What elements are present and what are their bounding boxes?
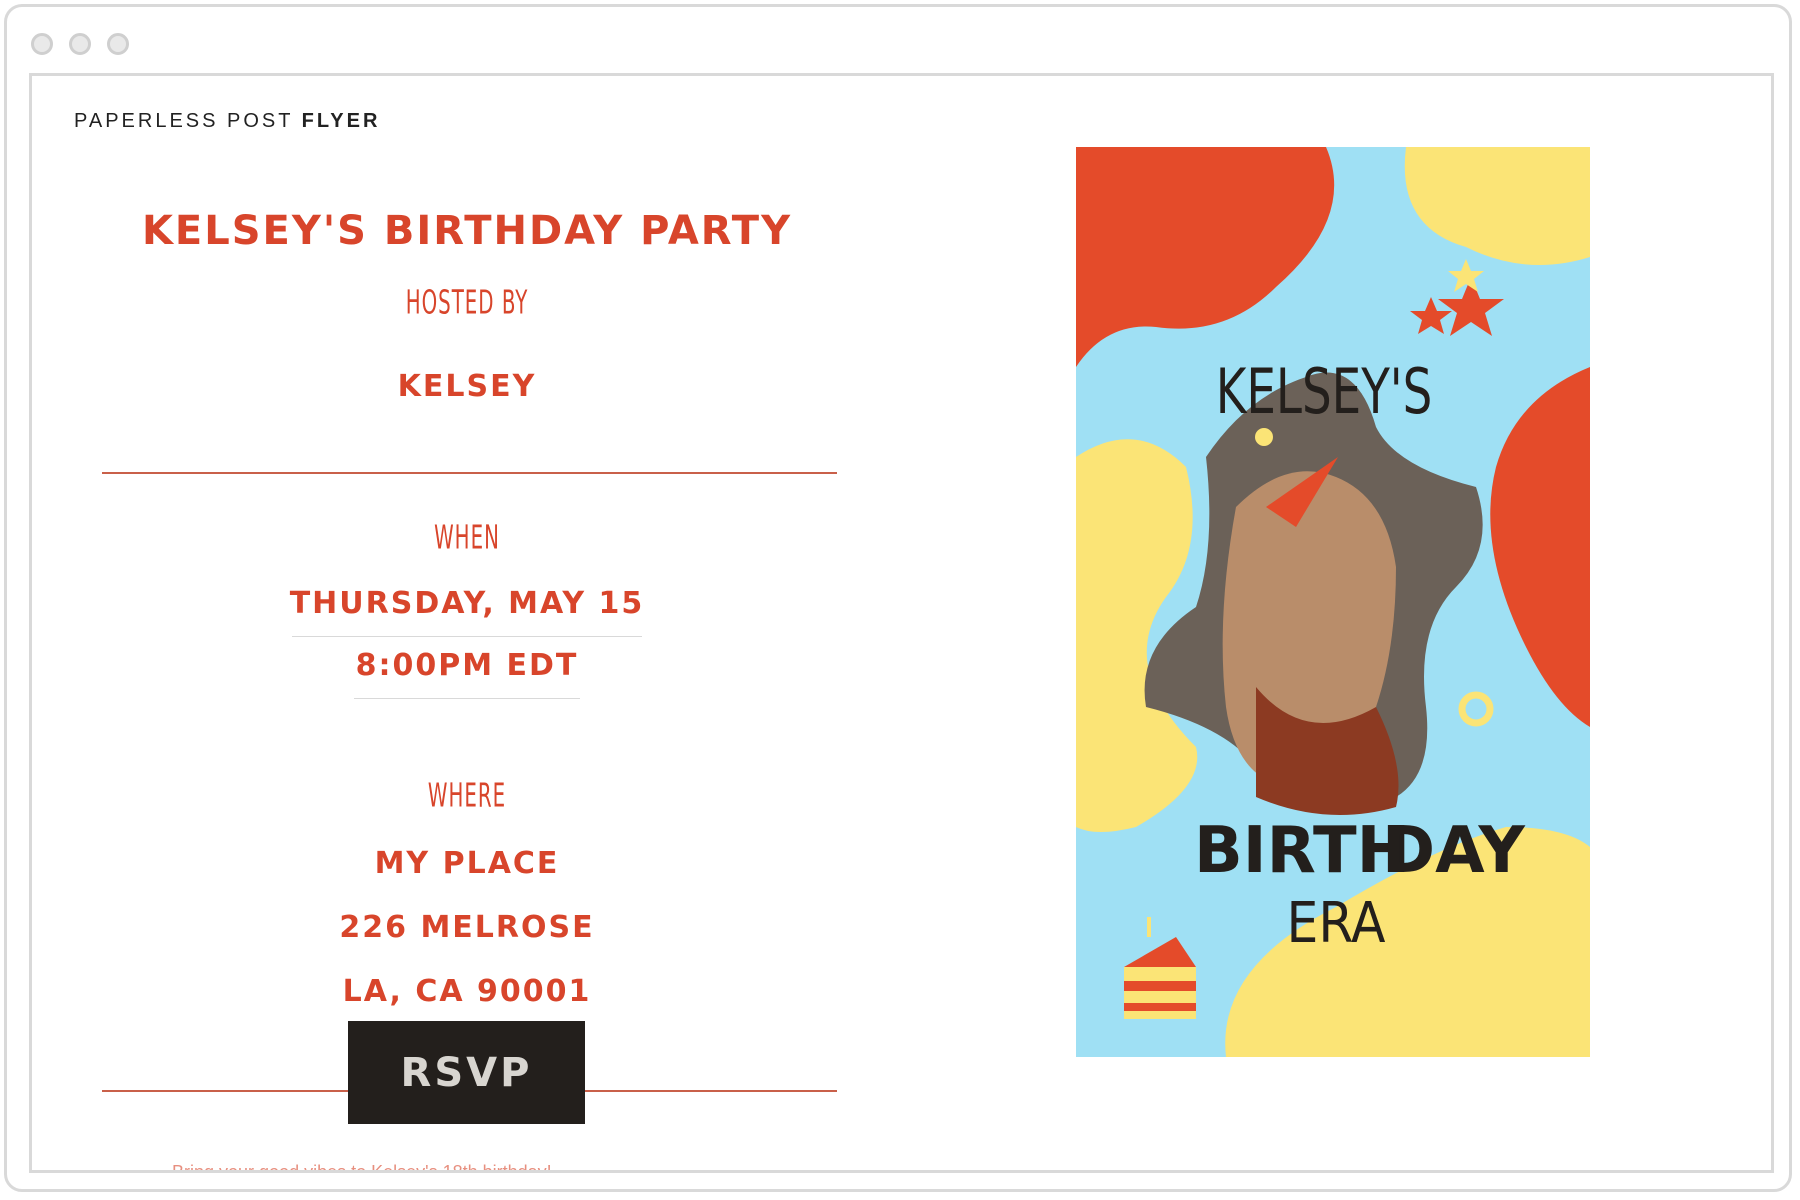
flyer-birth-text: BIRTH — [1194, 814, 1410, 888]
invite-details-panel: KELSEY'S BIRTHDAY PARTY HOSTED BY KELSEY… — [32, 76, 902, 1170]
section-divider — [102, 472, 837, 474]
venue-name[interactable]: MY PLACE — [102, 846, 832, 881]
flyer-day-text: DAY — [1382, 814, 1526, 888]
event-title: KELSEY'S BIRTHDAY PARTY — [141, 208, 793, 254]
flyer-name-text: KELSEY'S — [1216, 355, 1433, 428]
venue-street[interactable]: 226 MELROSE — [102, 910, 832, 945]
page-viewport: PAPERLESS POST FLYER KELSEY'S BIRTHDAY P… — [29, 73, 1774, 1173]
cake-slice-icon — [1124, 967, 1196, 1019]
rsvp-button[interactable]: RSVP — [348, 1021, 585, 1124]
hosted-by-label: HOSTED BY — [405, 284, 529, 323]
flyer-era-text: ERA — [1286, 891, 1386, 956]
flyer-art: KELSEY'S BIRTH DAY ERA — [1076, 147, 1590, 1057]
event-time[interactable]: 8:00PM EDT — [102, 648, 832, 683]
where-label: WHERE — [427, 777, 507, 816]
flyer-card[interactable]: KELSEY'S BIRTH DAY ERA — [1076, 147, 1590, 1057]
invite-message: Bring your good vibes to Kelsey's 18th b… — [172, 1162, 552, 1173]
venue-city[interactable]: LA, CA 90001 — [102, 974, 832, 1009]
date-underline — [292, 636, 642, 637]
close-window-button[interactable] — [31, 33, 53, 55]
time-underline — [354, 698, 580, 699]
host-name: KELSEY — [397, 369, 537, 404]
party-hat-pompom — [1255, 428, 1273, 446]
minimize-window-button[interactable] — [69, 33, 91, 55]
zoom-window-button[interactable] — [107, 33, 129, 55]
when-label: WHEN — [434, 519, 500, 558]
event-date[interactable]: THURSDAY, MAY 15 — [102, 586, 832, 621]
